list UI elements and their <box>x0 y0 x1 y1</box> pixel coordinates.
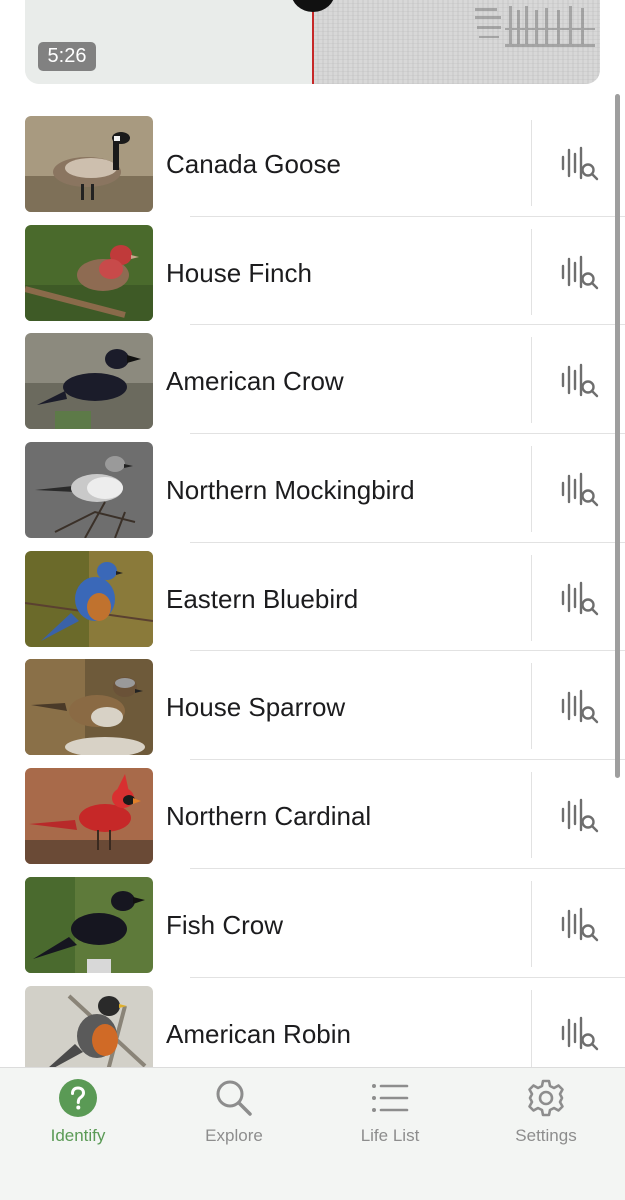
row-divider <box>531 120 532 206</box>
bird-name: House Sparrow <box>166 692 346 723</box>
row-divider <box>531 337 532 424</box>
sound-search-icon[interactable] <box>554 247 604 297</box>
row-divider <box>531 772 532 859</box>
elapsed-time: 5:26 <box>38 42 96 71</box>
row-divider <box>531 663 532 750</box>
list-item[interactable]: American Robin <box>0 978 625 1068</box>
bird-list[interactable]: Canada Goose House Finch American Crow N… <box>0 108 625 1068</box>
american-robin-photo <box>25 985 153 1068</box>
magnifier-icon <box>216 1080 252 1116</box>
row-divider <box>531 554 532 641</box>
house-finch-photo <box>25 224 153 321</box>
house-sparrow-photo <box>25 659 153 756</box>
spectrogram-marks <box>475 6 595 47</box>
list-icon <box>372 1084 409 1112</box>
northern-mockingbird-photo <box>25 442 153 539</box>
northern-cardinal-photo <box>25 768 153 865</box>
playhead[interactable] <box>312 0 314 84</box>
list-item[interactable]: Eastern Bluebird <box>0 543 625 652</box>
sound-search-icon[interactable] <box>554 355 604 405</box>
list-item[interactable]: Fish Crow <box>0 869 625 978</box>
list-item[interactable]: American Crow <box>0 325 625 435</box>
tab-label: Identify <box>50 1126 106 1145</box>
scrollbar[interactable] <box>615 94 620 778</box>
row-divider <box>531 989 532 1068</box>
bird-name: Northern Mockingbird <box>166 475 415 506</box>
bird-name: Eastern Bluebird <box>166 583 359 614</box>
tab-label: Settings <box>515 1126 577 1145</box>
question-mark-icon <box>59 1079 97 1117</box>
bird-name: American Crow <box>166 366 344 397</box>
bird-name: Northern Cardinal <box>166 801 372 832</box>
list-item[interactable]: Northern Cardinal <box>0 760 625 869</box>
bird-name: House Finch <box>166 257 312 288</box>
list-item[interactable]: Canada Goose <box>0 108 625 217</box>
row-divider <box>531 880 532 967</box>
tab-settings[interactable]: Settings <box>468 1068 624 1200</box>
sound-search-icon[interactable] <box>554 464 604 514</box>
row-divider <box>531 446 532 533</box>
sound-search-icon[interactable] <box>554 790 604 840</box>
tab-bar: Identify Explore Life List Settings <box>0 1067 625 1200</box>
list-item[interactable]: House Sparrow <box>0 651 625 761</box>
row-divider <box>531 228 532 315</box>
sound-search-icon[interactable] <box>554 899 604 949</box>
tab-label: Life List <box>360 1126 420 1145</box>
bird-name: American Robin <box>166 1018 351 1049</box>
fish-crow-photo <box>25 876 153 973</box>
sound-search-icon[interactable] <box>554 681 604 731</box>
list-item[interactable]: Northern Mockingbird <box>0 434 625 543</box>
tab-identify[interactable]: Identify <box>0 1068 156 1200</box>
gear-icon <box>528 1079 564 1117</box>
list-item[interactable]: House Finch <box>0 217 625 326</box>
canada-goose-photo <box>25 116 153 212</box>
american-crow-photo <box>25 333 153 430</box>
tab-explore[interactable]: Explore <box>156 1068 312 1200</box>
eastern-bluebird-photo <box>25 550 153 647</box>
sound-search-icon[interactable] <box>554 573 604 623</box>
tab-life-list[interactable]: Life List <box>312 1068 468 1200</box>
sound-search-icon[interactable] <box>554 1008 604 1058</box>
bird-name: Canada Goose <box>166 149 341 179</box>
spectrogram-player[interactable]: 5:26 <box>25 0 600 84</box>
tab-label: Explore <box>205 1126 263 1145</box>
bird-name: Fish Crow <box>166 909 284 940</box>
sound-search-icon[interactable] <box>554 138 604 188</box>
